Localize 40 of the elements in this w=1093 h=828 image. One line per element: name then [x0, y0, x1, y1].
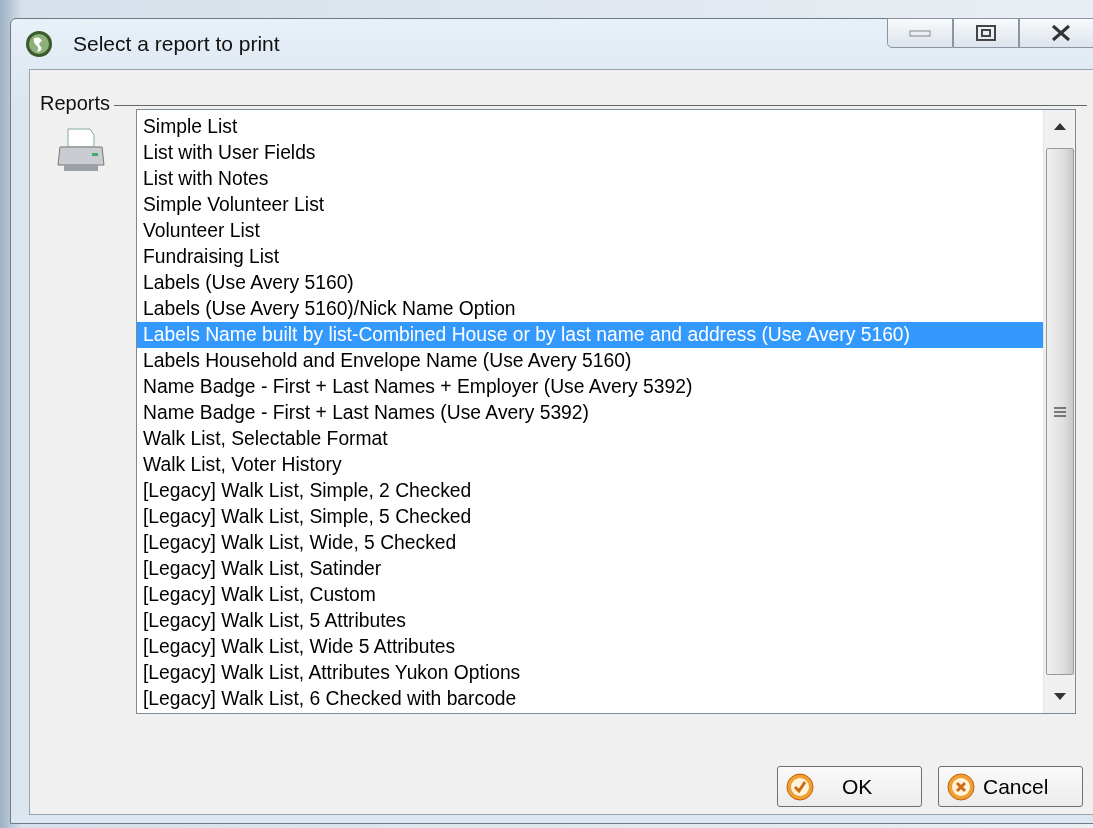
report-item[interactable]: [Legacy] Walk List, 5 Attributes [137, 608, 1043, 634]
ok-button[interactable]: OK [777, 766, 922, 807]
scroll-down-icon[interactable] [1053, 693, 1066, 701]
report-item[interactable]: [Legacy] Walk List, Custom [137, 582, 1043, 608]
scroll-up-icon[interactable] [1053, 122, 1066, 130]
report-item[interactable]: List with Notes [137, 166, 1043, 192]
report-item[interactable]: [Legacy] Walk List, 6 Checked with barcode [137, 686, 1043, 712]
report-item[interactable]: [Legacy] Walk List, Attributes Yukon Options [137, 660, 1043, 686]
report-item[interactable]: [Legacy] Walk List, Wide 5 Attributes [137, 634, 1043, 660]
report-item[interactable]: Name Badge - First + Last Names + Employer (Use Avery 5392) [137, 374, 1043, 400]
scrollbar[interactable] [1043, 110, 1075, 713]
grip-icon [1053, 405, 1066, 418]
report-item[interactable]: List with User Fields [137, 140, 1043, 166]
maximize-button[interactable] [953, 18, 1019, 48]
group-label: Reports [40, 92, 111, 115]
report-item[interactable]: Fundraising List [137, 244, 1043, 270]
report-item[interactable]: [Legacy] Walk List, Simple, 5 Checked [137, 504, 1043, 530]
cancel-button[interactable]: Cancel [938, 766, 1083, 807]
report-item[interactable]: [Legacy] Walk List, Satinder [137, 556, 1043, 582]
report-item[interactable]: [Legacy] Walk List, Wide, 5 Checked [137, 530, 1043, 556]
printer-icon [56, 127, 106, 173]
scroll-thumb[interactable] [1045, 148, 1074, 675]
window-title: Select a report to print [73, 32, 280, 56]
check-icon [786, 772, 814, 801]
globe-icon [25, 30, 53, 58]
maximize-icon [975, 24, 997, 42]
close-button[interactable] [1019, 18, 1093, 48]
report-item[interactable]: [Legacy] Walk List, Simple, 2 Checked [137, 478, 1043, 504]
cancel-icon [947, 772, 975, 801]
report-item[interactable]: Walk List, Selectable Format [137, 426, 1043, 452]
minimize-icon [909, 28, 931, 38]
close-icon [1050, 23, 1072, 43]
report-item[interactable]: Labels (Use Avery 5160) [137, 270, 1043, 296]
report-item[interactable]: Volunteer List [137, 218, 1043, 244]
report-item[interactable]: Simple List [137, 114, 1043, 140]
report-item[interactable]: Labels (Use Avery 5160)/Nick Name Option [137, 296, 1043, 322]
report-item[interactable]: Labels Household and Envelope Name (Use Avery 5160) [137, 348, 1043, 374]
report-item[interactable]: Walk List, Voter History [137, 452, 1043, 478]
report-item[interactable]: Simple Volunteer List [137, 192, 1043, 218]
report-item[interactable]: Name Badge - First + Last Names (Use Avery 5392) [137, 400, 1043, 426]
